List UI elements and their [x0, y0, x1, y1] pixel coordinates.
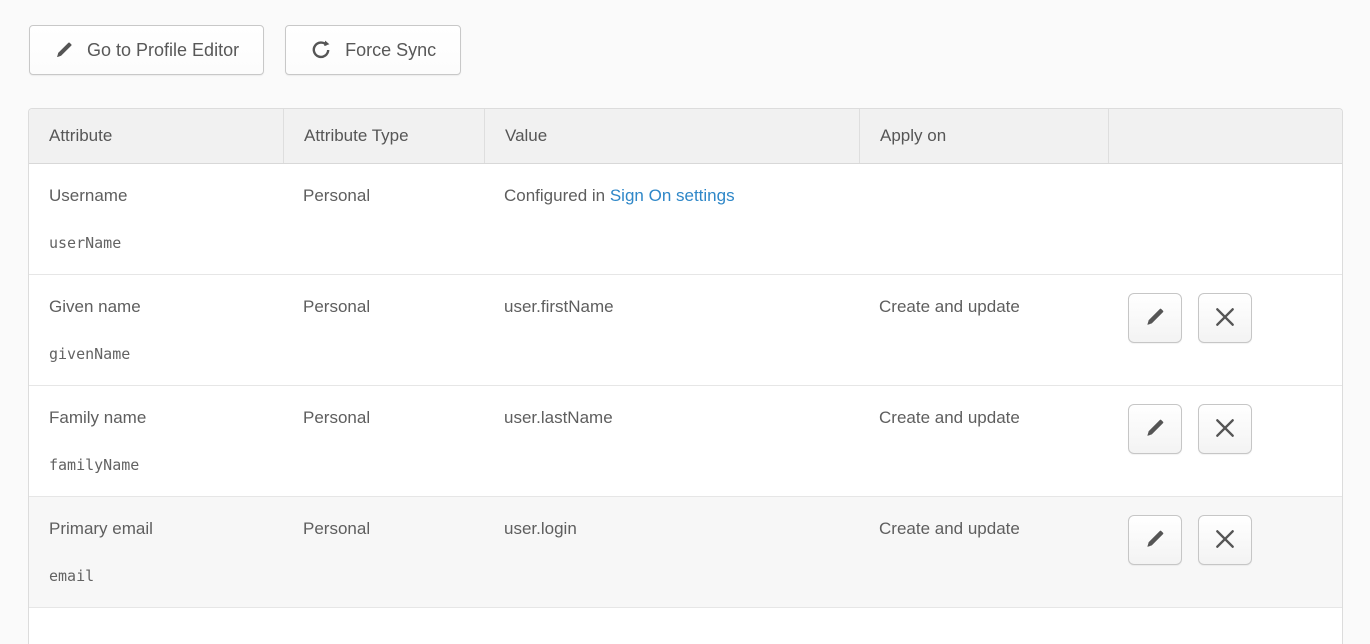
- force-sync-label: Force Sync: [345, 40, 436, 61]
- attribute-type-cell: Personal: [283, 275, 484, 385]
- header-attribute: Attribute: [29, 109, 283, 163]
- actions-cell: [1108, 275, 1342, 385]
- delete-attribute-button[interactable]: [1198, 515, 1252, 565]
- attribute-cell: Given name givenName: [29, 275, 283, 385]
- x-icon: [1214, 417, 1236, 442]
- go-to-profile-editor-button[interactable]: Go to Profile Editor: [29, 25, 264, 75]
- pencil-icon: [1144, 417, 1166, 442]
- header-actions: [1108, 109, 1342, 163]
- go-to-profile-editor-label: Go to Profile Editor: [87, 40, 239, 61]
- toolbar: Go to Profile Editor Force Sync: [29, 25, 461, 75]
- edit-attribute-button[interactable]: [1128, 515, 1182, 565]
- table-row-family-name: Family name familyName Personal user.las…: [29, 386, 1342, 497]
- x-icon: [1214, 528, 1236, 553]
- delete-attribute-button[interactable]: [1198, 293, 1252, 343]
- table-header-row: Attribute Attribute Type Value Apply on: [29, 109, 1342, 164]
- attribute-type-cell: Personal: [283, 164, 484, 274]
- edit-attribute-button[interactable]: [1128, 404, 1182, 454]
- apply-on-cell: Create and update: [859, 497, 1108, 607]
- header-value: Value: [484, 109, 859, 163]
- attribute-type-cell: Personal: [283, 386, 484, 496]
- table-row-username: Username userName Personal Configured in…: [29, 164, 1342, 275]
- table-row-given-name: Given name givenName Personal user.first…: [29, 275, 1342, 386]
- value-cell: Configured in Sign On settings: [484, 164, 859, 274]
- header-attribute-type: Attribute Type: [283, 109, 484, 163]
- attribute-variable-name: familyName: [49, 456, 267, 474]
- attribute-label: Primary email: [49, 519, 267, 539]
- attribute-cell: Username userName: [29, 164, 283, 274]
- x-icon: [1214, 306, 1236, 331]
- attribute-label: Family name: [49, 408, 267, 428]
- actions-cell: [1108, 386, 1342, 496]
- attribute-variable-name: givenName: [49, 345, 267, 363]
- value-prefix-text: Configured in: [504, 186, 610, 205]
- refresh-icon: [310, 39, 332, 61]
- value-cell: user.firstName: [484, 275, 859, 385]
- table-row-primary-email: Primary email email Personal user.login …: [29, 497, 1342, 608]
- actions-cell: [1108, 497, 1342, 607]
- apply-on-cell: Create and update: [859, 275, 1108, 385]
- actions-cell: [1108, 164, 1342, 274]
- sign-on-settings-link[interactable]: Sign On settings: [610, 186, 735, 205]
- apply-on-cell: [859, 164, 1108, 274]
- attribute-variable-name: userName: [49, 234, 267, 252]
- delete-attribute-button[interactable]: [1198, 404, 1252, 454]
- value-cell: user.lastName: [484, 386, 859, 496]
- attribute-label: Given name: [49, 297, 267, 317]
- pencil-icon: [1144, 528, 1166, 553]
- header-apply-on: Apply on: [859, 109, 1108, 163]
- attribute-label: Username: [49, 186, 267, 206]
- attribute-cell: Family name familyName: [29, 386, 283, 496]
- edit-attribute-button[interactable]: [1128, 293, 1182, 343]
- value-cell: user.login: [484, 497, 859, 607]
- attribute-cell: Primary email email: [29, 497, 283, 607]
- table-row-partial: [29, 608, 1342, 644]
- attribute-type-cell: Personal: [283, 497, 484, 607]
- attribute-variable-name: email: [49, 567, 267, 585]
- pencil-icon: [54, 40, 74, 60]
- force-sync-button[interactable]: Force Sync: [285, 25, 461, 75]
- attribute-mapping-table: Attribute Attribute Type Value Apply on …: [28, 108, 1343, 644]
- pencil-icon: [1144, 306, 1166, 331]
- apply-on-cell: Create and update: [859, 386, 1108, 496]
